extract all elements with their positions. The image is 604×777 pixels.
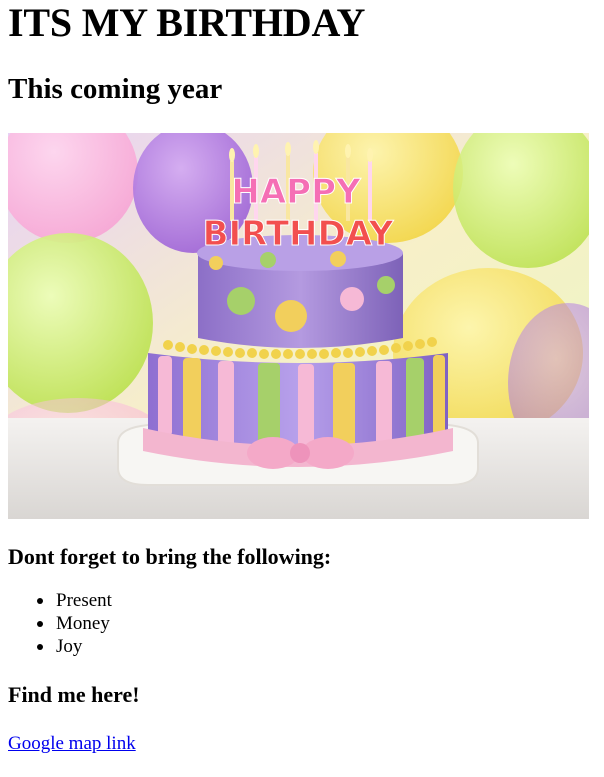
google-map-link[interactable]: Google map link [8, 732, 136, 755]
find-heading: Find me here! [8, 682, 140, 707]
page-title: ITS MY BIRTHDAY [8, 0, 366, 45]
happy-candle-text: HAPPY [231, 172, 361, 212]
list-item: Present [37, 589, 596, 612]
birthday-candle-text: BIRTHDAY [203, 214, 394, 254]
page-content: ITS MY BIRTHDAY This coming year HAPPY B… [0, 0, 604, 755]
bring-heading: Dont forget to bring the following: [8, 544, 332, 569]
bring-list: Present Money Joy [8, 589, 596, 658]
page-subtitle: This coming year [8, 73, 223, 105]
birthday-cake-image: HAPPY BIRTHDAY [8, 133, 589, 519]
list-item: Money [37, 612, 596, 635]
list-item: Joy [37, 635, 596, 658]
